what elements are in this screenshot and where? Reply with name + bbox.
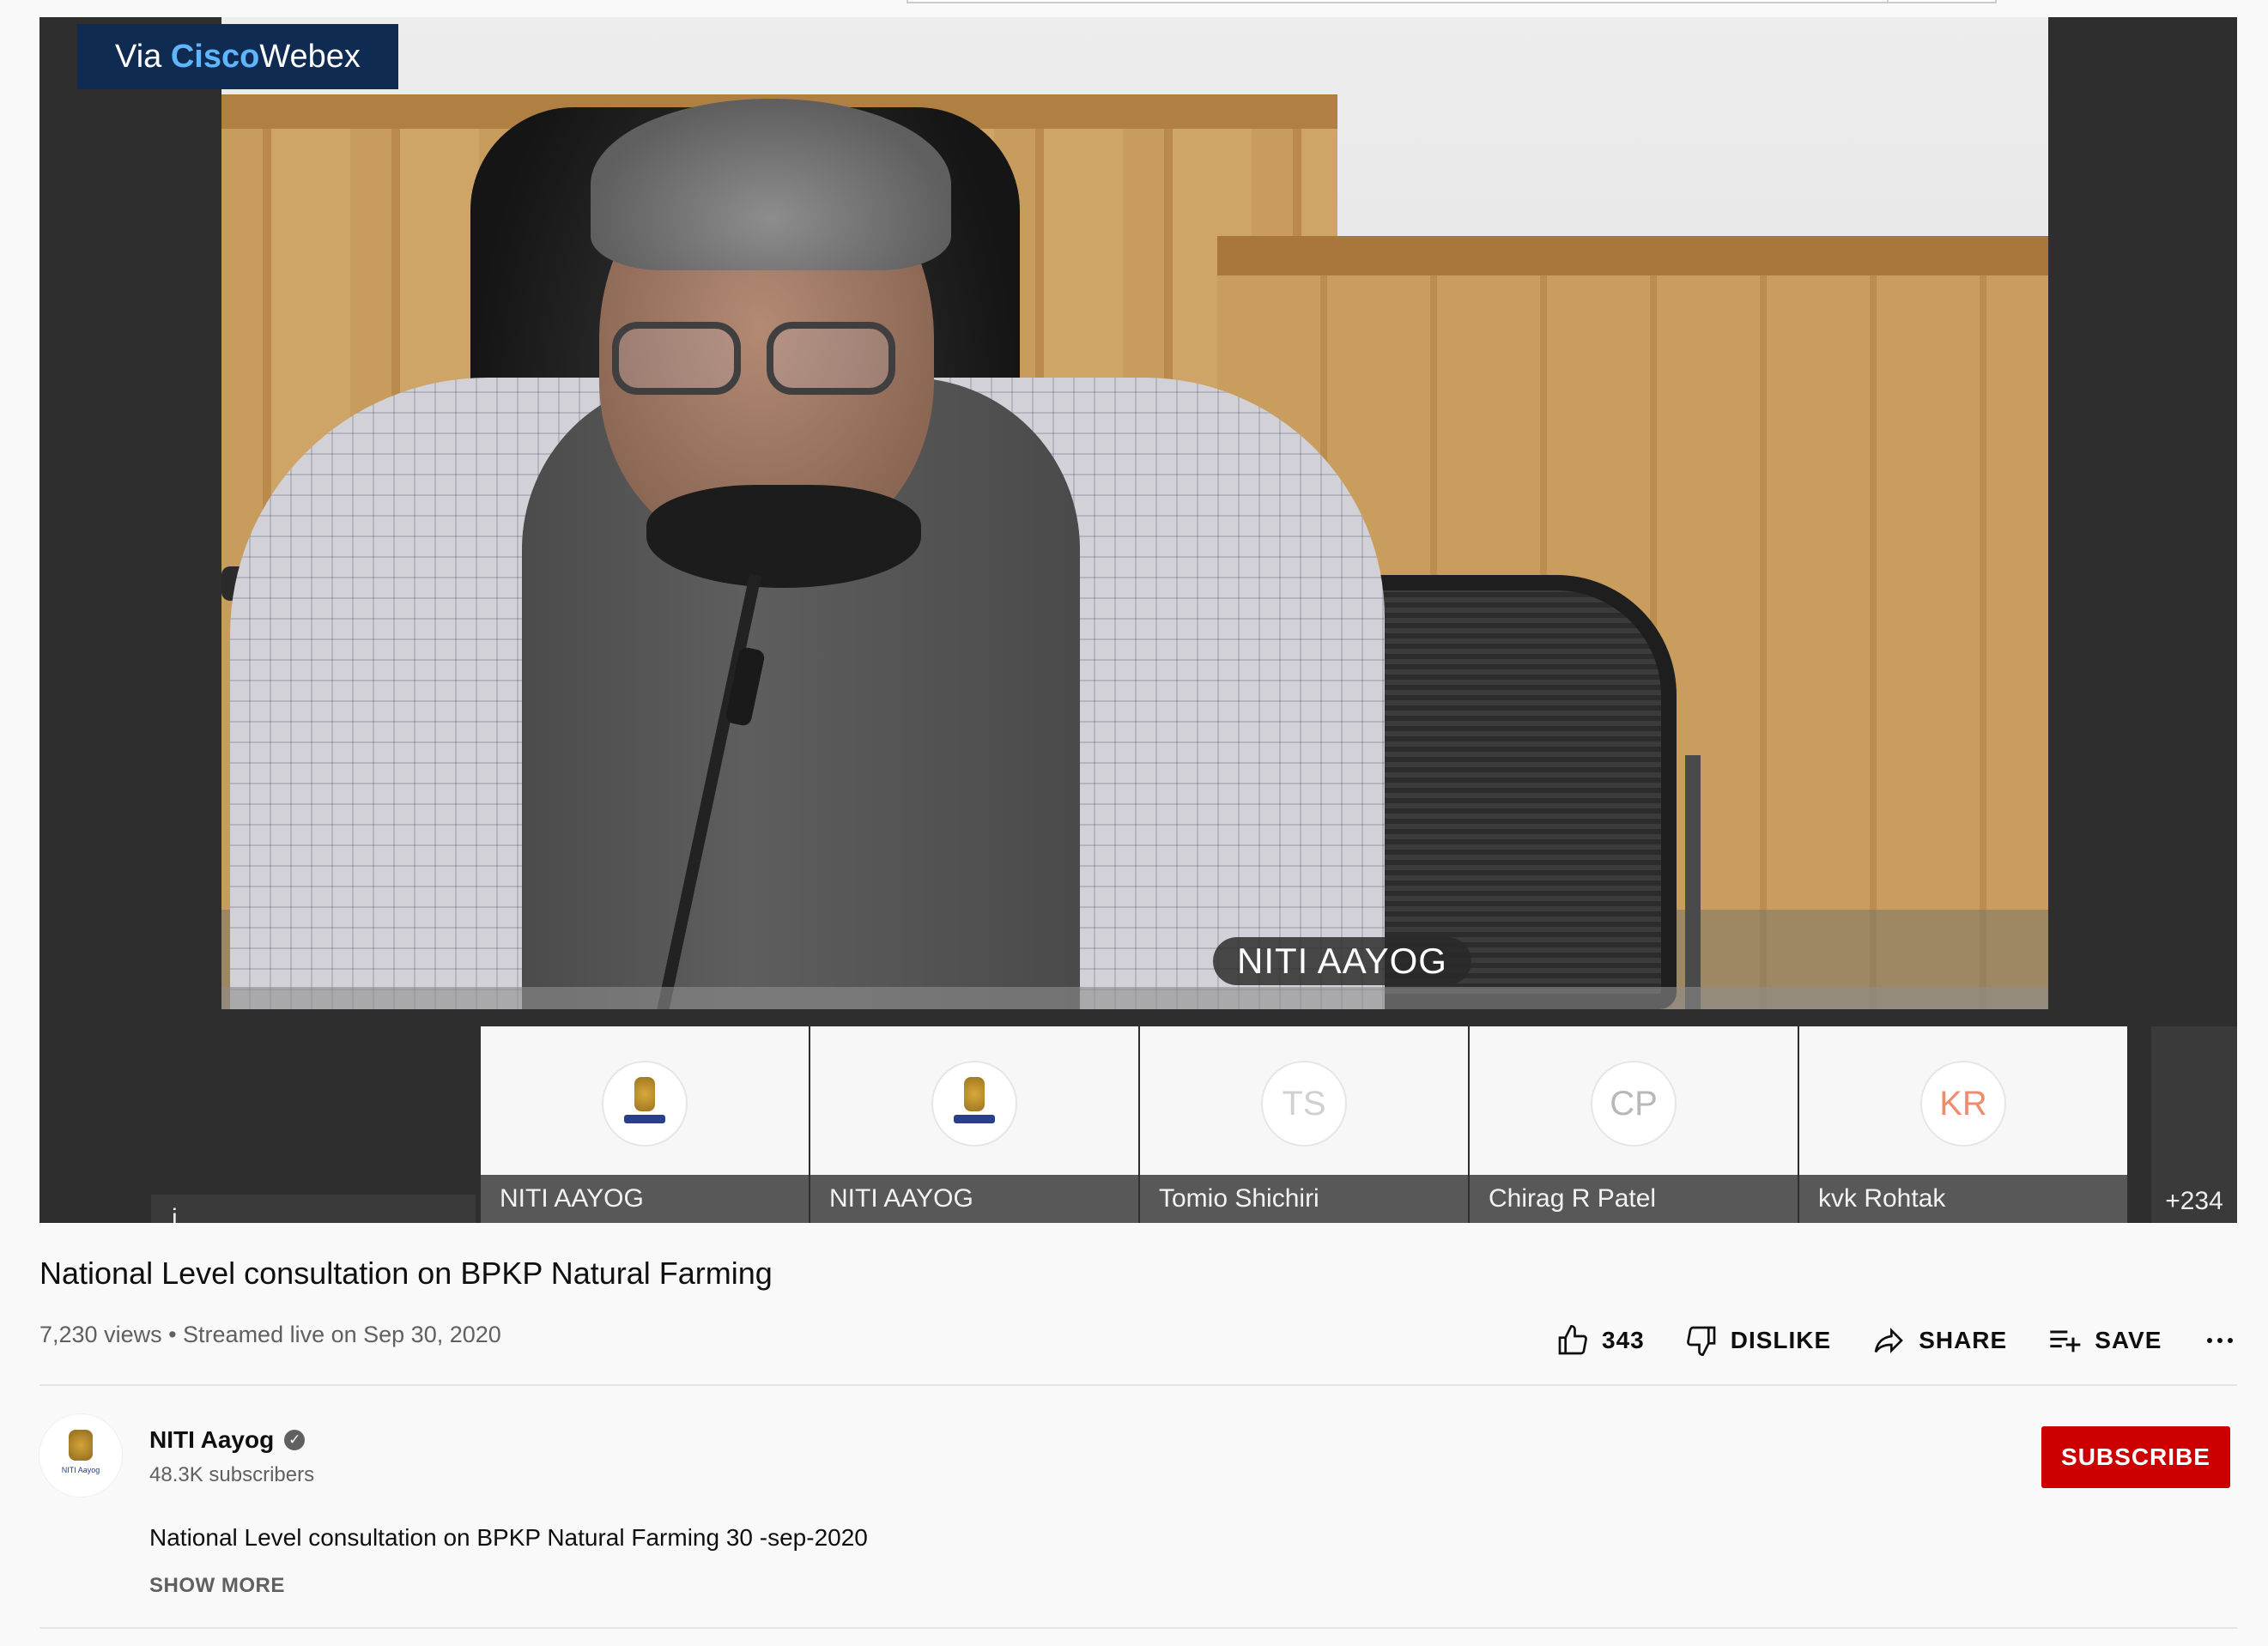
channel-name-text: NITI Aayog — [149, 1426, 275, 1453]
participant-tile: TS Tomio Shichiri — [1140, 1026, 1468, 1223]
video-actions: 343 DISLIKE SHARE SAVE — [1555, 1320, 2235, 1361]
participant-name: Tomio Shichiri — [1140, 1175, 1468, 1223]
participant-name: kvk Rohtak — [1799, 1175, 2127, 1223]
participant-strip: i NITI AAYOG NITI AAYOG TS Tomio Shichir… — [39, 1026, 2237, 1223]
channel-name[interactable]: NITI Aayog ✓ — [149, 1426, 306, 1454]
subscribe-button[interactable]: SUBSCRIBE — [2041, 1426, 2230, 1488]
speaker-name-label: NITI AAYOG — [1213, 937, 1471, 985]
participant-more-count: +234 — [2165, 1187, 2223, 1215]
like-button[interactable]: 343 — [1555, 1323, 1645, 1358]
participant-initials: KR — [1922, 1062, 2004, 1145]
participant-left-label: i — [151, 1195, 476, 1223]
like-count: 343 — [1602, 1327, 1645, 1353]
participant-tile: NITI AAYOG — [481, 1026, 809, 1223]
channel-avatar-text: NITI Aayog — [61, 1466, 100, 1474]
share-label: SHARE — [1919, 1327, 2008, 1353]
more-horizontal-icon[interactable] — [2204, 1338, 2235, 1343]
share-button[interactable]: SHARE — [1871, 1323, 2007, 1358]
emblem-icon — [69, 1430, 93, 1461]
participant-name: NITI AAYOG — [810, 1175, 1138, 1223]
participant-tile: NITI AAYOG — [810, 1026, 1138, 1223]
playlist-add-icon — [2050, 1330, 2081, 1353]
divider — [39, 1627, 2237, 1629]
emblem-icon — [933, 1062, 1016, 1145]
thumbs-up-icon — [1558, 1324, 1587, 1355]
badge-prefix: Via — [115, 39, 162, 75]
participant-name: NITI AAYOG — [481, 1175, 809, 1223]
participant-initials: TS — [1263, 1062, 1345, 1145]
emblem-icon — [603, 1062, 686, 1145]
video-meta: 7,230 views • Streamed live on Sep 30, 2… — [39, 1322, 501, 1347]
participant-tile: CP Chirag R Patel — [1470, 1026, 1798, 1223]
show-more-button[interactable]: SHOW MORE — [149, 1574, 285, 1598]
search-bar-edge[interactable] — [907, 0, 1997, 3]
save-button[interactable]: SAVE — [2047, 1323, 2162, 1358]
channel-avatar[interactable]: NITI Aayog — [39, 1414, 122, 1497]
video-description: National Level consultation on BPKP Natu… — [149, 1524, 868, 1551]
video-player[interactable]: NITI AAYOG Via CiscoWebex i NITI AAYOG N… — [39, 17, 2237, 1223]
webex-badge: Via CiscoWebex — [77, 24, 398, 89]
divider — [39, 1384, 2237, 1386]
dislike-label: DISLIKE — [1730, 1327, 1832, 1353]
badge-product: Webex — [259, 39, 361, 75]
participant-name: Chirag R Patel — [1470, 1175, 1798, 1223]
save-label: SAVE — [2095, 1327, 2162, 1353]
dislike-button[interactable]: DISLIKE — [1684, 1323, 1831, 1358]
subscriber-count: 48.3K subscribers — [149, 1463, 315, 1486]
video-frame: NITI AAYOG — [221, 17, 2048, 1009]
thumbs-down-icon — [1686, 1326, 1716, 1357]
video-title: National Level consultation on BPKP Natu… — [39, 1256, 773, 1291]
verified-check-icon: ✓ — [284, 1430, 306, 1450]
participant-initials: CP — [1592, 1062, 1675, 1145]
participant-tile: KR kvk Rohtak — [1799, 1026, 2127, 1223]
share-arrow-icon — [1874, 1328, 1904, 1353]
badge-brand: Cisco — [170, 39, 260, 75]
